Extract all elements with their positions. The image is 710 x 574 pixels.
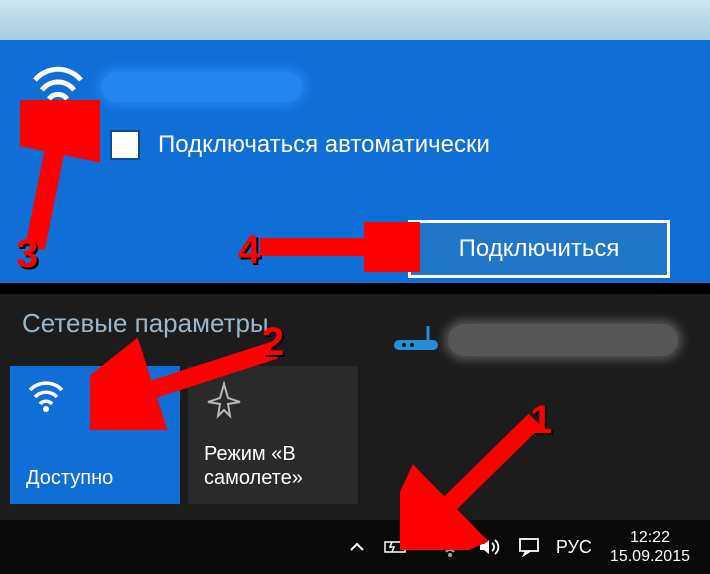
tray-date: 15.09.2015 [610, 547, 690, 566]
tray-network-button[interactable]: * [418, 520, 470, 574]
wifi-signal-icon [30, 66, 86, 110]
tile-wifi-label: Доступно [26, 466, 164, 490]
tray-language-label: РУС [556, 537, 592, 558]
annotation-number-1: 1 [530, 398, 552, 443]
tray-battery-button[interactable] [374, 520, 418, 574]
tray-clock[interactable]: 12:22 15.09.2015 [600, 520, 700, 574]
annotation-number-2: 2 [262, 320, 284, 365]
connect-button[interactable]: Подключиться [408, 220, 670, 278]
tray-volume-button[interactable] [470, 520, 510, 574]
tray-action-center-button[interactable] [510, 520, 548, 574]
network-settings-title: Сетевые параметры [22, 308, 269, 339]
quick-tiles-row: Доступно Режим «В самолете» [10, 366, 358, 504]
tile-airplane-mode[interactable]: Режим «В самолете» [188, 366, 358, 504]
auto-connect-row: Подключаться автоматически [110, 130, 490, 160]
tray-overflow-button[interactable] [340, 520, 374, 574]
network-settings-panel: Сетевые параметры Дос [0, 294, 710, 520]
battery-charging-icon [382, 538, 410, 556]
tray-time: 12:22 [630, 528, 670, 547]
auto-connect-label: Подключаться автоматически [158, 131, 490, 159]
tile-wifi[interactable]: Доступно [10, 366, 180, 504]
connect-button-label: Подключиться [459, 235, 620, 263]
annotation-number-4: 4 [238, 228, 260, 273]
screenshot-root: Подключаться автоматически Подключиться … [0, 0, 710, 574]
airplane-icon [204, 380, 342, 420]
action-center-icon [518, 537, 540, 557]
auto-connect-checkbox[interactable] [110, 130, 140, 160]
annotation-number-3: 3 [16, 232, 38, 277]
router-icon [392, 324, 440, 354]
speaker-icon [478, 537, 502, 557]
tray-language-button[interactable]: РУС [548, 520, 600, 574]
desktop-strip [0, 0, 710, 40]
wifi-network-entry[interactable]: Подключаться автоматически Подключиться [10, 44, 700, 274]
wifi-icon [438, 537, 462, 557]
router-name-hidden [448, 324, 678, 356]
wifi-flyout-top: Подключаться автоматически Подключиться [0, 0, 710, 283]
wifi-icon [26, 380, 164, 420]
tile-airplane-label: Режим «В самолете» [204, 442, 342, 490]
taskbar: * РУС 12:22 15.09.2 [0, 520, 710, 574]
chevron-up-icon [348, 538, 366, 556]
wifi-ssid-hidden [102, 72, 302, 102]
